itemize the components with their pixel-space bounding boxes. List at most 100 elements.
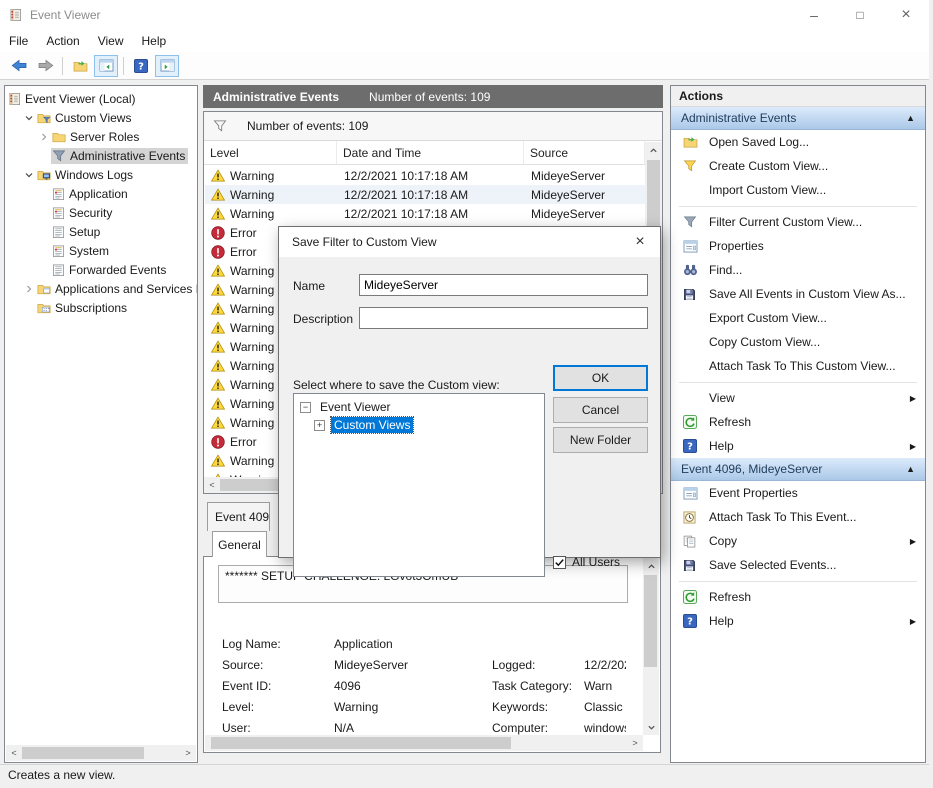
sidebar-item-custom-views[interactable]: Custom Views [5,108,197,127]
sidebar-item-system[interactable]: System [5,241,197,260]
action-create-custom-view[interactable]: Create Custom View... [671,154,925,178]
sidebar-item-windows-logs[interactable]: Windows Logs [5,165,197,184]
expand-box-icon[interactable]: + [314,420,325,431]
sidebar-item-security[interactable]: Security [5,203,197,222]
scrollbar-thumb[interactable] [211,737,511,749]
scroll-left-icon[interactable]: < [204,477,220,493]
action-filter-current-custom-view[interactable]: Filter Current Custom View... [671,210,925,234]
maximize-button[interactable]: □ [837,0,883,30]
column-header-date-and-time[interactable]: Date and Time [337,141,524,164]
action-open-saved-log[interactable]: Open Saved Log... [671,130,925,154]
scrollbar-thumb[interactable] [644,575,657,667]
event-datetime: 12/2/2021 10:17:18 AM [338,188,525,202]
status-bar: Creates a new view. [0,764,929,785]
dialog-tree-item-custom-views[interactable]: +Custom Views [294,416,544,434]
tab-general[interactable]: General [212,531,267,557]
sidebar-item-setup[interactable]: Setup [5,222,197,241]
field-value: 4096 [334,679,492,693]
preview-vertical-scrollbar[interactable] [643,558,659,735]
scrollbar-thumb[interactable] [22,747,144,759]
toolbar-open-saved-log-button[interactable] [68,55,92,77]
action-refresh[interactable]: Refresh [671,585,925,609]
column-header-level[interactable]: Level [204,141,337,164]
name-field[interactable] [359,274,648,296]
toolbar-show-console-tree-button[interactable] [94,55,118,77]
minimize-button[interactable]: – [791,0,837,30]
sidebar-item-label: Setup [69,225,100,239]
action-copy[interactable]: Copy▶ [671,529,925,553]
dialog-tree-item-event-viewer[interactable]: −Event Viewer [294,398,544,416]
all-users-checkbox[interactable]: All Users [553,555,620,569]
action-label: Filter Current Custom View... [709,215,925,229]
sidebar-item-administrative-events[interactable]: Administrative Events [5,146,197,165]
action-find[interactable]: Find... [671,258,925,282]
tab-event-4096[interactable]: Event 4096, [207,502,270,531]
action-save-selected-events[interactable]: Save Selected Events... [671,553,925,577]
collapse-box-icon[interactable]: − [300,402,311,413]
sidebar-item-event-viewer-local[interactable]: Event Viewer (Local) [5,89,197,108]
toolbar-separator [62,57,63,75]
toolbar-forward-button[interactable] [33,55,57,77]
event-row[interactable]: Warning12/2/2021 10:17:18 AMMideyeServer [205,204,645,223]
ok-button[interactable]: OK [553,365,648,391]
sidebar-item-subscriptions[interactable]: Subscriptions [5,298,197,317]
folder-logs-icon [37,169,51,181]
status-text: Creates a new view. [8,768,115,782]
warning-icon [211,340,225,353]
chevron-expanded-icon[interactable] [22,113,36,123]
action-attach-task-to-this-event[interactable]: Attach Task To This Event... [671,505,925,529]
sidebar-horizontal-scrollbar[interactable]: < > [6,745,196,761]
new-folder-button[interactable]: New Folder [553,427,648,453]
action-save-all-events-in-custom-view-as[interactable]: Save All Events in Custom View As... [671,282,925,306]
sidebar-item-application[interactable]: Application [5,184,197,203]
scroll-up-icon[interactable] [643,558,659,574]
scrollbar-thumb[interactable] [647,160,660,230]
action-help[interactable]: ?Help▶ [671,609,925,633]
action-event-properties[interactable]: Event Properties [671,481,925,505]
close-button[interactable]: × [883,0,929,30]
event-source: MideyeServer [525,207,645,221]
scroll-left-icon[interactable]: < [6,745,22,761]
event-datetime: 12/2/2021 10:17:18 AM [338,169,525,183]
preview-horizontal-scrollbar[interactable]: > [205,735,643,751]
event-row[interactable]: Warning12/2/2021 10:17:18 AMMideyeServer [205,185,645,204]
scroll-down-icon[interactable] [643,719,659,735]
description-field[interactable] [359,307,648,329]
menu-action[interactable]: Action [37,31,88,51]
sidebar-item-forwarded-events[interactable]: Forwarded Events [5,260,197,279]
scroll-right-icon[interactable]: > [627,735,643,751]
log-plain-icon [52,263,65,277]
action-help[interactable]: ?Help▶ [671,434,925,458]
cancel-button[interactable]: Cancel [553,397,648,423]
scroll-up-icon[interactable] [645,142,661,158]
toolbar-show-action-pane-button[interactable] [155,55,179,77]
menu-help[interactable]: Help [133,31,176,51]
chevron-collapsed-icon[interactable] [37,132,51,142]
action-import-custom-view[interactable]: Import Custom View... [671,178,925,202]
menu-view[interactable]: View [89,31,133,51]
toolbar-help-button[interactable]: ? [129,55,153,77]
sidebar-item-applications-and-services-lo[interactable]: Applications and Services Lo [5,279,197,298]
menu-file[interactable]: File [0,31,37,51]
action-refresh[interactable]: Refresh [671,410,925,434]
field-value: Warning [334,700,492,714]
event-row[interactable]: Warning12/2/2021 10:17:18 AMMideyeServer [205,166,645,185]
scroll-right-icon[interactable]: > [180,745,196,761]
collapse-icon[interactable]: ▲ [906,464,915,474]
sidebar-item-server-roles[interactable]: Server Roles [5,127,197,146]
action-properties[interactable]: Properties [671,234,925,258]
actions-section-administrative-events[interactable]: Administrative Events▲ [671,107,925,130]
chevron-expanded-icon[interactable] [22,170,36,180]
sidebar-item-label: Administrative Events [70,149,185,163]
action-attach-task-to-this-custom-view[interactable]: Attach Task To This Custom View... [671,354,925,378]
column-header-source[interactable]: Source [524,141,645,164]
action-view[interactable]: View▶ [671,386,925,410]
dialog-close-icon[interactable]: × [620,227,660,257]
action-export-custom-view[interactable]: Export Custom View... [671,306,925,330]
toolbar-back-button[interactable] [7,55,31,77]
actions-section-event-4096-mideyeserver[interactable]: Event 4096, MideyeServer▲ [671,458,925,481]
separator [679,382,917,383]
collapse-icon[interactable]: ▲ [906,113,915,123]
chevron-collapsed-icon[interactable] [22,284,36,294]
action-copy-custom-view[interactable]: Copy Custom View... [671,330,925,354]
